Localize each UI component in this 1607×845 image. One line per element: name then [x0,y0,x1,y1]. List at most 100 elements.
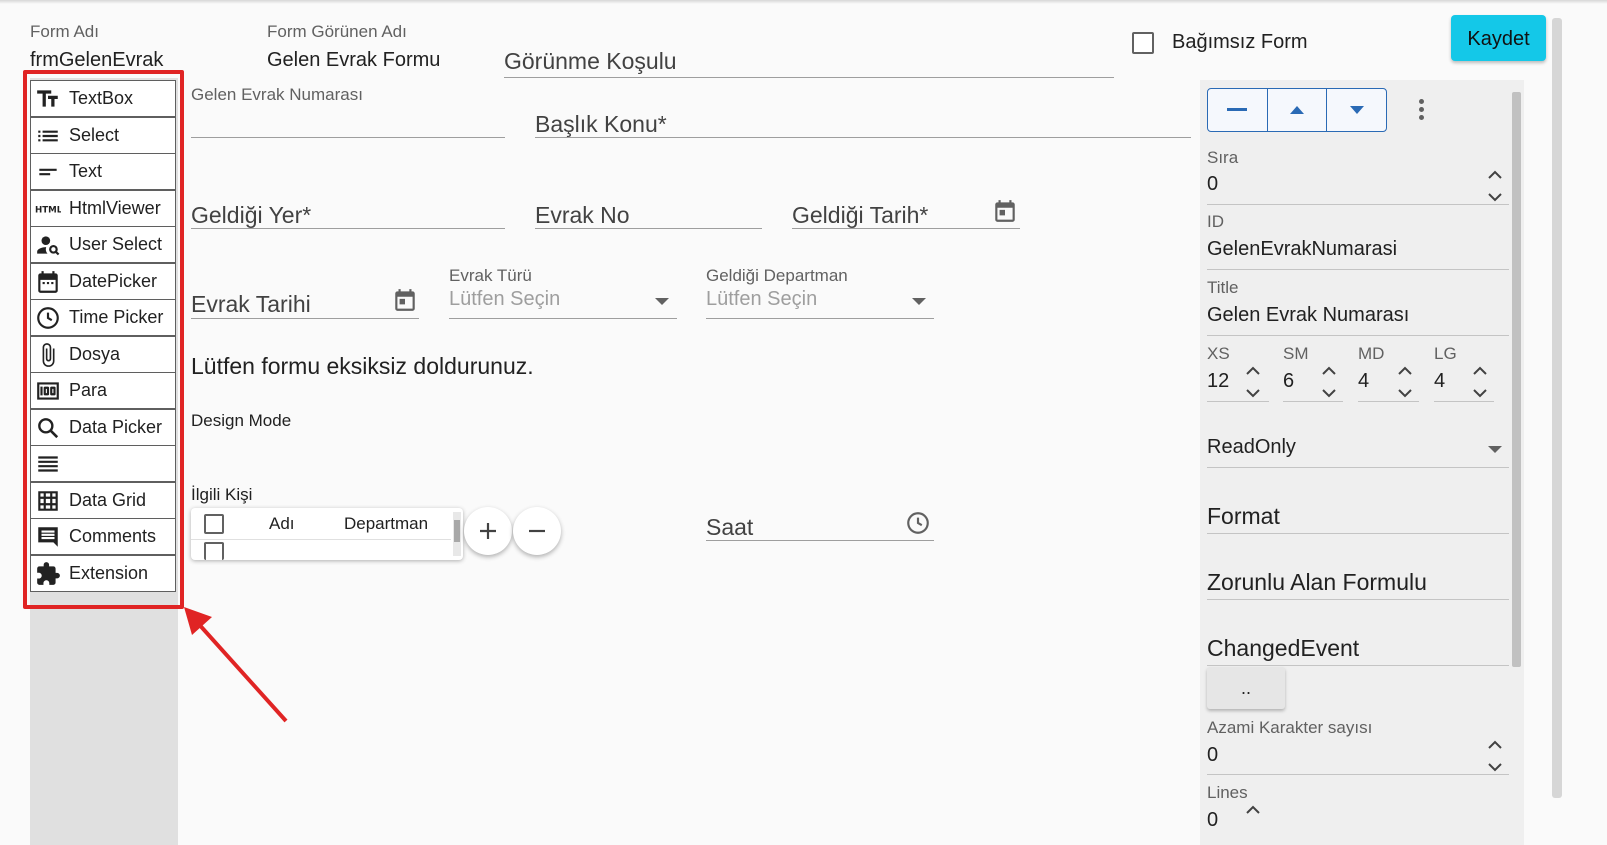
id-value[interactable]: GelenEvrakNumarasi [1207,238,1397,261]
toolbox-item[interactable]: Data Grid [30,482,176,519]
geldigi-departman-select[interactable]: Geldiği Departman Lütfen Seçin [706,264,934,319]
clock-icon[interactable] [905,510,931,536]
move-up-button[interactable] [1268,89,1328,131]
baslik-konu-placeholder: Başlık Konu* [535,111,667,137]
chevron-down-icon[interactable] [1472,388,1488,398]
chevron-up-icon[interactable] [1245,366,1261,376]
chevron-up-icon[interactable] [1245,805,1261,815]
sira-value[interactable]: 0 [1207,173,1218,196]
toolbox-item[interactable]: TextBox [30,80,176,117]
puzzle-icon [35,561,61,587]
toolbox-item-label: DatePicker [69,271,158,291]
display-name-field[interactable]: Form Görünen Adı Gelen Evrak Formu [267,22,440,74]
visibility-condition-placeholder: Görünme Koşulu [504,48,677,74]
changed-event-input[interactable]: ChangedEvent [1207,629,1509,666]
toolbox-item[interactable]: Para [30,372,176,409]
lines-icon [35,451,61,477]
ilgili-kisi-grid[interactable]: Adı Departman [191,508,463,560]
collapse-button[interactable] [1208,89,1268,131]
sm-value[interactable]: 6 [1283,370,1294,393]
properties-scrollbar[interactable] [1512,92,1521,667]
sira-field[interactable]: Sıra 0 [1207,146,1509,205]
independent-form-checkbox[interactable] [1132,32,1154,54]
azami-karakter-field[interactable]: Azami Karakter sayısı 0 [1207,716,1509,775]
baslik-konu-input[interactable]: Başlık Konu* [535,108,1191,138]
xs-stepper[interactable] [1245,366,1261,398]
toolbox-item[interactable]: DatePicker [30,263,176,300]
sira-stepper[interactable] [1487,170,1503,202]
money-icon [35,378,61,404]
form-name-value[interactable]: frmGelenEvrak [30,46,163,74]
chevron-down-icon[interactable] [1487,762,1503,772]
evrak-turu-select[interactable]: Evrak Türü Lütfen Seçin [449,264,677,319]
md-field[interactable]: MD 4 [1358,344,1419,402]
format-input[interactable]: Format [1207,497,1509,534]
geldigi-tarih-input[interactable]: Geldiği Tarih* [792,198,1020,229]
xs-value[interactable]: 12 [1207,370,1229,393]
lg-stepper[interactable] [1472,366,1488,398]
grid-scrollbar[interactable] [453,512,461,556]
page-scrollbar[interactable] [1552,18,1562,798]
toolbox-item[interactable]: Comments [30,518,176,555]
grid-row-checkbox[interactable] [204,542,224,560]
chevron-up-icon[interactable] [1397,366,1413,376]
md-stepper[interactable] [1397,366,1413,398]
geldigi-yer-input[interactable]: Geldiği Yer* [191,198,505,229]
md-value[interactable]: 4 [1358,370,1369,393]
toolbox-item[interactable]: User Select [30,226,176,263]
toolbox-item[interactable]: Data Picker [30,409,176,446]
chevron-down-icon[interactable] [1397,388,1413,398]
sm-stepper[interactable] [1321,366,1337,398]
grid-select-all-checkbox[interactable] [204,514,224,534]
toolbox-item[interactable] [30,445,176,482]
calendar-icon[interactable] [992,198,1018,224]
xs-field[interactable]: XS 12 [1207,344,1269,402]
more-vert-icon[interactable] [1410,96,1432,122]
toolbox-item[interactable]: Select [30,117,176,154]
chevron-down-icon[interactable] [1487,192,1503,202]
saat-input[interactable]: Saat [706,508,934,541]
readonly-value: ReadOnly [1207,436,1296,458]
save-button[interactable]: Kaydet [1451,15,1546,61]
zorunlu-alan-formulu-input[interactable]: Zorunlu Alan Formulu [1207,563,1509,600]
toolbox-item[interactable]: HTML HtmlViewer [30,190,176,227]
toolbox-item-label: HtmlViewer [69,198,161,218]
azami-karakter-stepper[interactable] [1487,740,1503,772]
visibility-condition-input[interactable]: Görünme Koşulu [504,46,1114,78]
title-field[interactable]: Title Gelen Evrak Numarası [1207,278,1509,336]
add-row-button[interactable] [464,507,512,555]
form-name-field[interactable]: Form Adı frmGelenEvrak [30,22,163,74]
readonly-select[interactable]: ReadOnly [1207,430,1509,468]
lg-field[interactable]: LG 4 [1434,344,1494,402]
chevron-down-icon[interactable] [1245,388,1261,398]
azami-karakter-value[interactable]: 0 [1207,744,1218,767]
lg-value[interactable]: 4 [1434,370,1445,393]
lines-field[interactable]: Lines 0 [1207,783,1509,845]
toolbox-item[interactable]: Extension [30,555,176,592]
chevron-up-icon[interactable] [1321,366,1337,376]
chevron-up-icon[interactable] [1472,366,1488,376]
sm-field[interactable]: SM 6 [1283,344,1343,402]
gelen-evrak-numarasi-input[interactable] [191,108,505,138]
toolbox-item[interactable]: Time Picker [30,299,176,336]
move-down-button[interactable] [1327,89,1386,131]
evrak-turu-label: Evrak Türü [449,266,532,285]
chevron-down-icon[interactable] [1321,388,1337,398]
evrak-tarihi-input[interactable]: Evrak Tarihi [191,285,419,319]
lines-value[interactable]: 0 [1207,809,1218,832]
title-value[interactable]: Gelen Evrak Numarası [1207,304,1409,327]
chevron-up-icon[interactable] [1487,170,1503,180]
chevron-up-icon[interactable] [1487,740,1503,750]
calendar-icon[interactable] [392,287,418,313]
top-shadow [0,0,1607,4]
grid-col-name[interactable]: Adı [269,514,295,534]
grid-col-department[interactable]: Departman [344,514,428,534]
toolbox-item[interactable]: Dosya [30,336,176,373]
id-field[interactable]: ID GelenEvrakNumarasi [1207,212,1509,270]
evrak-no-input[interactable]: Evrak No [535,198,762,229]
toolbox-item-label: User Select [69,234,163,254]
display-name-value[interactable]: Gelen Evrak Formu [267,46,440,74]
remove-row-button[interactable] [513,507,561,555]
changed-event-button[interactable]: .. [1207,667,1285,709]
toolbox-item[interactable]: Text [30,153,176,190]
